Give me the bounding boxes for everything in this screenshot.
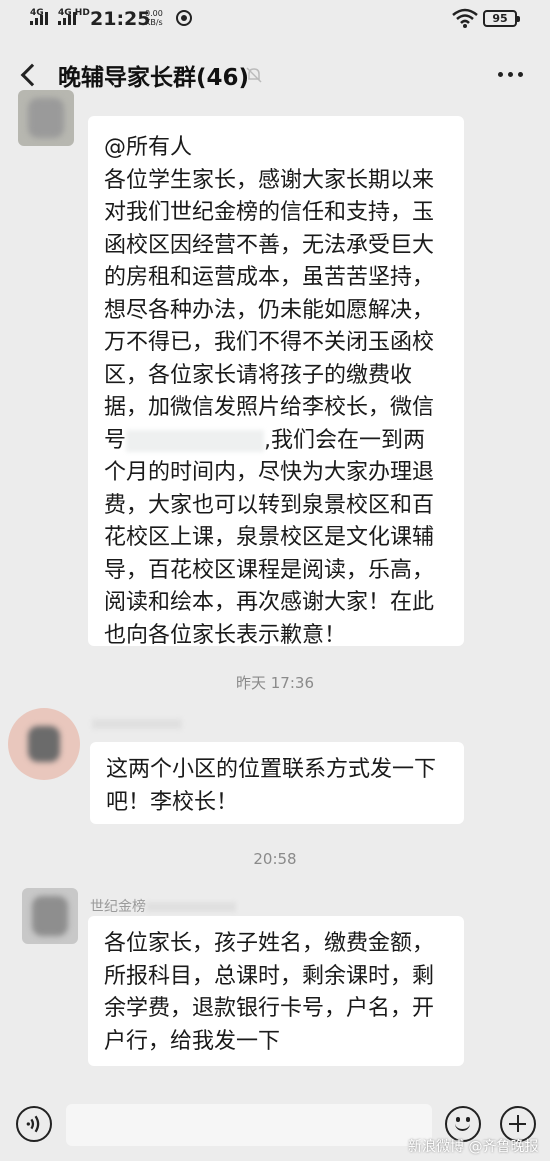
avatar[interactable] — [18, 90, 74, 146]
message-line: 函校区因经营不善，无法承受巨大 — [104, 232, 435, 258]
timestamp: 20:58 — [253, 850, 297, 868]
message-input[interactable] — [66, 1104, 432, 1146]
message-line-start: 号 — [104, 427, 127, 453]
sender-name — [92, 716, 182, 730]
status-bar: 4G 4G HD 21:25 0.00 KB/s 95 — [0, 0, 550, 40]
avatar[interactable] — [8, 708, 80, 780]
battery-level: 95 — [492, 12, 508, 25]
message-line: 所报科目，总课时，剩余课时，剩 — [104, 963, 435, 989]
mute-bell-icon — [246, 67, 262, 83]
message-line: 也向各位家长表示歉意！ — [104, 622, 347, 648]
message-line: @所有人 — [104, 135, 193, 160]
timestamp: 昨天 17:36 — [236, 674, 314, 692]
message-bubble[interactable]: @所有人 各位学生家长，感谢大家长期以来 对我们世纪金榜的信任和支持，玉 函校区… — [88, 116, 464, 648]
message-bubble[interactable]: 这两个小区的位置联系方式发一下 吧！李校长！ — [90, 742, 464, 824]
wifi-icon — [452, 8, 478, 28]
message-bubble[interactable]: 各位家长，孩子姓名，缴费金额， 所报科目，总课时，剩余课时，剩 余学费，退款银行… — [88, 916, 464, 1066]
message-line: 对我们世纪金榜的信任和支持，玉 — [104, 200, 435, 225]
chat-title: 晚辅导家长群(46) — [58, 65, 250, 91]
sender-name: 世纪金榜 — [90, 896, 236, 916]
message-line: 这两个小区的位置联系方式发一下 — [106, 757, 437, 782]
message-line: 区，各位家长请将孩子的缴费收 — [104, 362, 413, 388]
network-speed: 0.00 KB/s — [145, 9, 163, 27]
notification-icon — [176, 10, 192, 26]
message-line: 吧！李校长！ — [106, 789, 239, 815]
message-line: 万不得已，我们不得不关闭玉函校 — [104, 330, 435, 355]
watermark: 新浪微博 @齐鲁晚报 — [408, 1139, 539, 1155]
message-line: 个月的时间内，尽快为大家办理退 — [104, 460, 435, 485]
chat-header: 晚辅导家长群(46) — [0, 40, 550, 112]
message-line: 想尽各种办法，仍未能如愿解决， — [104, 297, 435, 323]
message-line: 余学费，退款银行卡号，户名，开 — [104, 996, 435, 1021]
redacted-name — [146, 902, 236, 912]
redacted-name — [92, 718, 182, 729]
back-arrow-icon[interactable] — [20, 63, 44, 87]
voice-icon[interactable] — [16, 1106, 52, 1142]
avatar[interactable] — [22, 888, 78, 944]
signal-icon-1 — [30, 12, 48, 25]
message-line: 各位学生家长，感谢大家长期以来 — [104, 167, 435, 193]
message-line: 阅读和绘本，再次感谢大家！在此 — [104, 590, 435, 615]
message-line: 号 ,我们会在一到两 — [104, 425, 450, 458]
message-line: 导，百花校区课程是阅读，乐高， — [104, 557, 435, 583]
message-line: 据，加微信发照片给李校长，微信 — [104, 395, 435, 420]
message-line: 各位家长，孩子姓名，缴费金额， — [104, 931, 435, 956]
message-line: 费，大家也可以转到泉景校区和百 — [104, 492, 435, 518]
more-dots-icon[interactable] — [498, 72, 523, 77]
message-line: 户行，给我发一下 — [104, 1028, 281, 1054]
clock: 21:25 — [90, 8, 151, 30]
redacted-wechat-id — [126, 429, 265, 452]
signal-icon-2 — [58, 12, 76, 25]
battery-icon: 95 — [483, 10, 520, 27]
message-line-end: ,我们会在一到两 — [264, 427, 426, 453]
message-line: 的房租和运营成本，虽苦苦坚持， — [104, 265, 435, 290]
message-line: 花校区上课，泉景校区是文化课辅 — [104, 525, 435, 550]
